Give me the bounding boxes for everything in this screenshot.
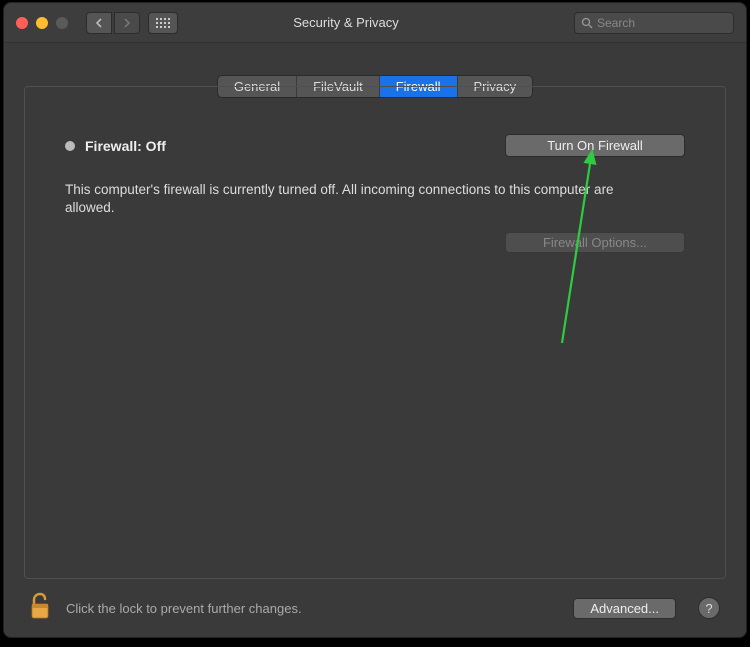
footer: Click the lock to prevent further change… bbox=[4, 579, 746, 637]
close-button[interactable] bbox=[16, 17, 28, 29]
chevron-left-icon bbox=[95, 18, 103, 28]
advanced-button[interactable]: Advanced... bbox=[573, 598, 676, 619]
titlebar: Security & Privacy Search bbox=[4, 3, 746, 43]
firewall-description: This computer's firewall is currently tu… bbox=[65, 181, 635, 217]
search-input[interactable]: Search bbox=[574, 12, 734, 34]
status-indicator bbox=[65, 141, 75, 151]
back-button[interactable] bbox=[86, 12, 112, 34]
preferences-window: Security & Privacy Search General FileVa… bbox=[3, 2, 747, 638]
help-button[interactable]: ? bbox=[698, 597, 720, 619]
firewall-pane: Firewall: Off Turn On Firewall This comp… bbox=[25, 99, 725, 237]
lock-description: Click the lock to prevent further change… bbox=[66, 601, 559, 616]
search-placeholder: Search bbox=[597, 16, 635, 30]
search-icon bbox=[581, 17, 593, 29]
lock-button[interactable] bbox=[30, 592, 52, 625]
firewall-options-button: Firewall Options... bbox=[505, 232, 685, 253]
minimize-button[interactable] bbox=[36, 17, 48, 29]
maximize-button bbox=[56, 17, 68, 29]
content-frame: Firewall: Off Turn On Firewall This comp… bbox=[24, 86, 726, 579]
firewall-status-label: Firewall: Off bbox=[85, 138, 166, 154]
traffic-lights bbox=[16, 17, 68, 29]
turn-on-firewall-button[interactable]: Turn On Firewall bbox=[505, 134, 685, 157]
lock-open-icon bbox=[30, 592, 52, 620]
window-title: Security & Privacy bbox=[118, 15, 574, 30]
